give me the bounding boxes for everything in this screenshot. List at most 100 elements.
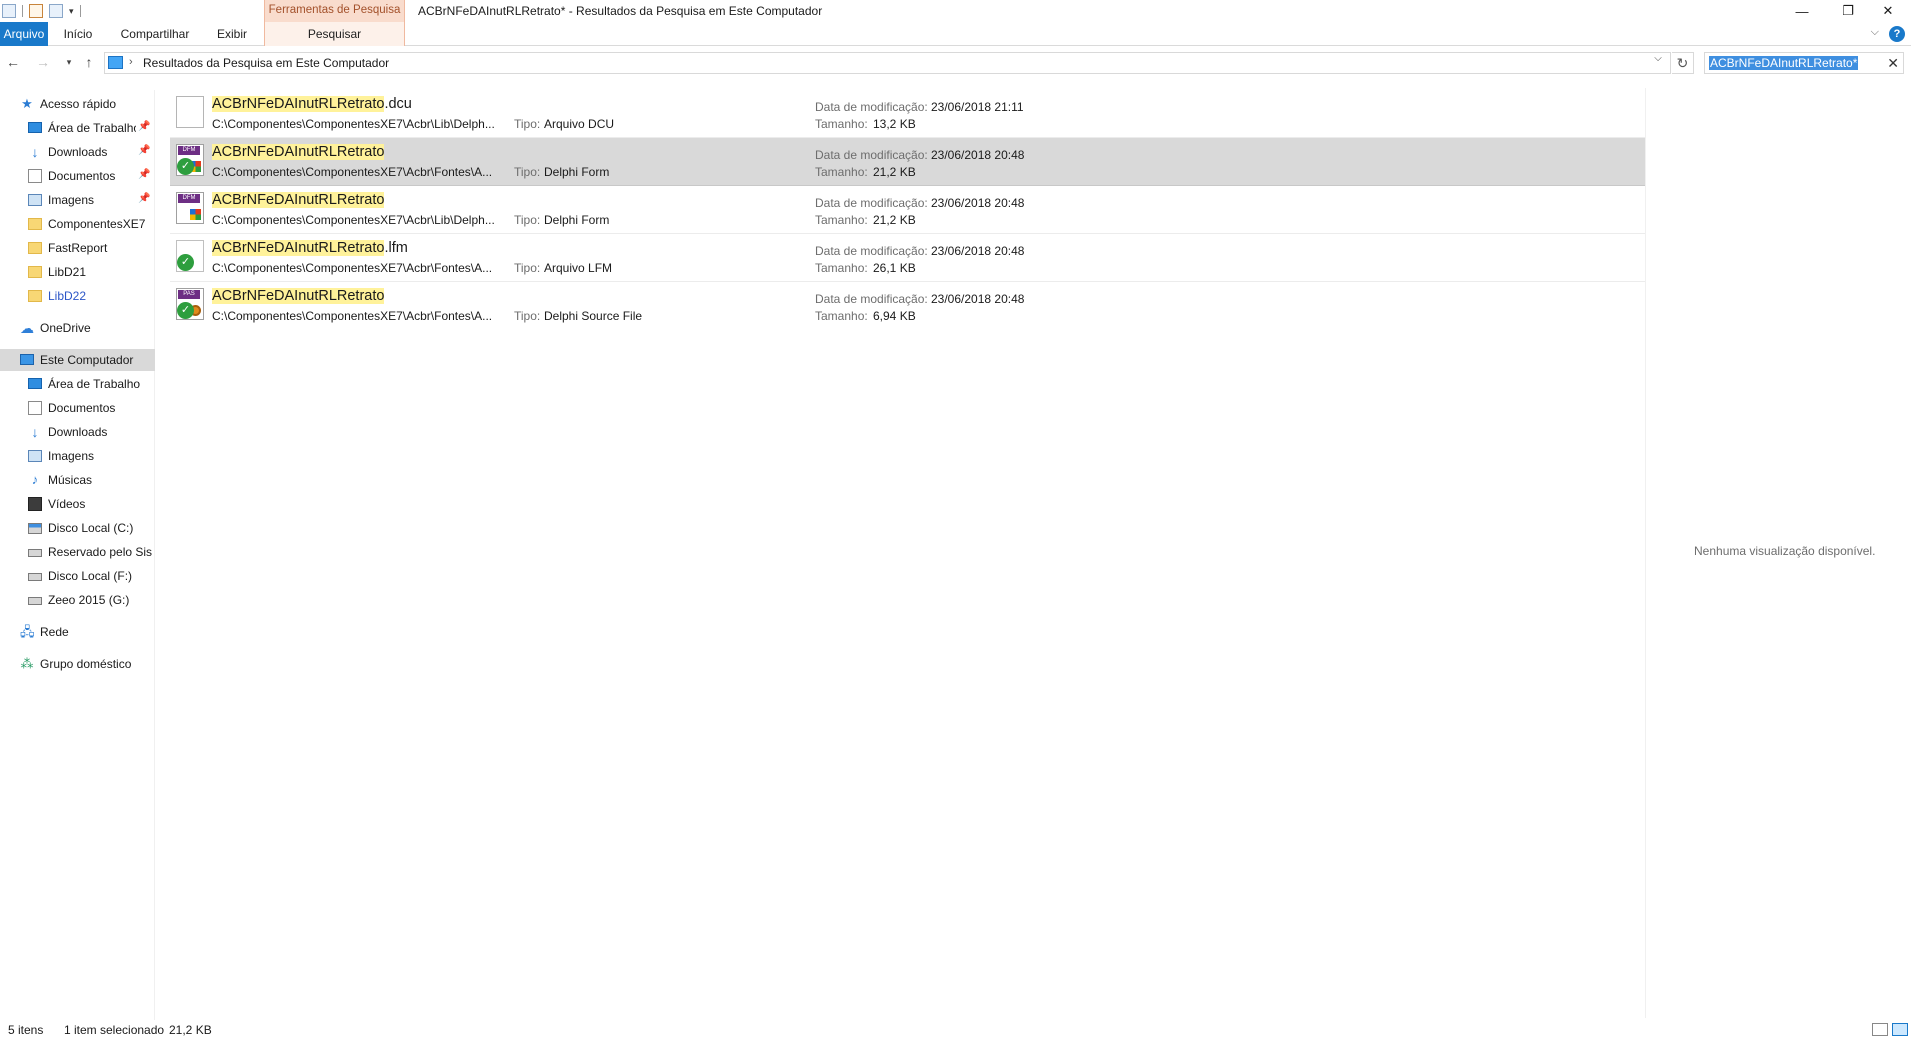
folder-icon	[28, 290, 42, 302]
properties-icon[interactable]	[29, 4, 43, 18]
window-title: ACBrNFeDAInutRLRetrato* - Resultados da …	[418, 4, 823, 18]
downloads-icon: ↓	[31, 424, 39, 440]
drive-c-icon	[28, 523, 42, 534]
tab-exibir[interactable]: Exibir	[210, 22, 254, 46]
nav-item-pictures[interactable]: Imagens	[0, 445, 155, 467]
nav-label: Documentos	[48, 401, 116, 415]
size-label: Tamanho:	[815, 213, 868, 227]
nav-item-fastreport[interactable]: FastReport	[0, 237, 155, 259]
date-label: Data de modificação:	[815, 148, 928, 162]
refresh-icon[interactable]: ↻	[1672, 52, 1694, 74]
result-row[interactable]: DFM ACBrNFeDAInutRLRetrato C:\Componente…	[170, 186, 1646, 234]
folder-icon	[28, 242, 42, 254]
nav-label: Disco Local (C:)	[48, 521, 134, 535]
forward-arrow-icon[interactable]: →	[34, 53, 52, 71]
type-label: Tipo:	[514, 165, 541, 179]
nav-label: OneDrive	[40, 321, 91, 335]
expand-ribbon-chevron-icon[interactable]: ⌵	[1871, 26, 1879, 39]
nav-item-componentesxe7[interactable]: ComponentesXE7	[0, 213, 155, 235]
result-row[interactable]: PAS ✓ ACBrNFeDAInutRLRetrato C:\Component…	[170, 282, 1646, 330]
pin-icon[interactable]: 📌	[138, 121, 150, 132]
nav-item-drive-c[interactable]: Disco Local (C:)	[0, 517, 155, 539]
nav-item-drive-g[interactable]: Zeeo 2015 (G:)	[0, 589, 155, 611]
nav-item-libd21[interactable]: LibD21	[0, 261, 155, 283]
dcu-file-icon	[176, 96, 204, 128]
file-name-extension: .lfm	[384, 240, 408, 256]
address-path[interactable]: Resultados da Pesquisa em Este Computado…	[143, 56, 389, 70]
tab-arquivo[interactable]: Arquivo	[0, 22, 48, 46]
file-size: 26,1 KB	[873, 261, 916, 275]
nav-item-music[interactable]: ♪ Músicas	[0, 469, 155, 491]
file-name[interactable]: ACBrNFeDAInutRLRetrato.dcu	[212, 96, 412, 112]
selection-count: 1 item selecionado	[64, 1023, 165, 1037]
content-view-icon[interactable]	[1892, 1023, 1908, 1036]
pin-icon[interactable]: 📌	[138, 169, 150, 180]
nav-network[interactable]: 🖧 Rede	[0, 621, 155, 643]
nav-label: Downloads	[48, 145, 108, 159]
nav-label: Vídeos	[48, 497, 86, 511]
nav-homegroup[interactable]: ⁂ Grupo doméstico	[0, 653, 155, 675]
nav-this-pc[interactable]: Este Computador	[0, 349, 155, 371]
file-name-match: ACBrNFeDAInutRLRetrato	[212, 96, 385, 112]
file-name[interactable]: ACBrNFeDAInutRLRetrato	[212, 288, 385, 304]
type-label: Tipo:	[514, 261, 541, 275]
nav-item-videos[interactable]: Vídeos	[0, 493, 155, 515]
file-name-match: ACBrNFeDAInutRLRetrato	[212, 144, 385, 160]
pin-icon[interactable]: 📌	[138, 193, 150, 204]
nav-label: Grupo doméstico	[40, 657, 132, 671]
tab-pesquisar[interactable]: Pesquisar	[264, 22, 405, 46]
address-bar[interactable]: › Resultados da Pesquisa em Este Computa…	[104, 52, 1671, 74]
nav-item-downloads[interactable]: ↓ Downloads	[0, 421, 155, 443]
explorer-app-icon[interactable]	[2, 4, 16, 18]
downloads-icon: ↓	[31, 144, 39, 160]
details-view-icon[interactable]	[1872, 1023, 1888, 1036]
up-arrow-icon[interactable]: ↑	[80, 53, 98, 71]
close-button[interactable]: ✕	[1865, 0, 1911, 22]
pin-icon[interactable]: 📌	[138, 145, 150, 156]
nav-item-desktop[interactable]: Área de Trabalho	[0, 373, 155, 395]
nav-item-desktop[interactable]: Área de Trabalho 📌	[0, 117, 155, 139]
lfm-file-icon: ✓	[176, 240, 204, 272]
nav-item-system-reserved[interactable]: Reservado pelo Sistema	[0, 541, 155, 563]
nav-onedrive[interactable]: ☁ OneDrive	[0, 317, 155, 339]
result-row[interactable]: ✓ ACBrNFeDAInutRLRetrato.lfm C:\Componen…	[170, 234, 1646, 282]
nav-label: FastReport	[48, 241, 108, 255]
result-row[interactable]: DFM ✓ ACBrNFeDAInutRLRetrato C:\Component…	[170, 138, 1646, 186]
result-row[interactable]: ACBrNFeDAInutRLRetrato.dcu C:\Componente…	[170, 90, 1646, 138]
nav-item-drive-f[interactable]: Disco Local (F:)	[0, 565, 155, 587]
nav-label: Reservado pelo Sistema	[48, 545, 152, 559]
recent-locations-chevron-icon[interactable]: ▾	[60, 53, 78, 71]
drive-icon	[28, 597, 42, 605]
address-dropdown-chevron-icon[interactable]: ⌵	[1651, 53, 1665, 64]
file-name[interactable]: ACBrNFeDAInutRLRetrato.lfm	[212, 240, 408, 256]
nav-item-documents[interactable]: Documentos 📌	[0, 165, 155, 187]
drive-icon	[28, 573, 42, 581]
tab-inicio[interactable]: Início	[56, 22, 100, 46]
new-folder-icon[interactable]	[49, 4, 63, 18]
tab-compartilhar[interactable]: Compartilhar	[112, 22, 198, 46]
breadcrumb-chevron-icon[interactable]: ›	[129, 56, 133, 68]
nav-item-documents[interactable]: Documentos	[0, 397, 155, 419]
nav-label: LibD21	[48, 265, 87, 279]
minimize-button[interactable]: —	[1779, 0, 1825, 22]
nav-item-libd22[interactable]: LibD22	[0, 285, 155, 307]
nav-item-downloads[interactable]: ↓ Downloads 📌	[0, 141, 155, 163]
nav-quick-access[interactable]: ★ Acesso rápido	[0, 93, 155, 115]
customize-toolbar-dropdown-icon[interactable]: ▾	[69, 6, 74, 17]
ribbon-tabs: Arquivo Início Compartilhar Exibir Pesqu…	[0, 22, 1911, 46]
file-name-match: ACBrNFeDAInutRLRetrato	[212, 192, 385, 208]
search-query-text[interactable]: ACBrNFeDAInutRLRetrato*	[1709, 56, 1859, 70]
nav-item-pictures[interactable]: Imagens 📌	[0, 189, 155, 211]
clear-search-icon[interactable]: ✕	[1887, 55, 1899, 72]
nav-label: Documentos	[48, 169, 116, 183]
file-type: Delphi Form	[544, 165, 610, 179]
file-date: 23/06/2018 21:11	[931, 100, 1024, 114]
search-input[interactable]: ACBrNFeDAInutRLRetrato* ✕	[1704, 52, 1904, 74]
nav-label: LibD22	[48, 289, 87, 303]
file-name[interactable]: ACBrNFeDAInutRLRetrato	[212, 192, 385, 208]
file-name[interactable]: ACBrNFeDAInutRLRetrato	[212, 144, 385, 160]
back-arrow-icon[interactable]: ←	[4, 53, 22, 71]
help-icon[interactable]: ?	[1889, 26, 1905, 42]
preview-pane: Nenhuma visualização disponível.	[1645, 88, 1911, 1018]
documents-icon	[28, 401, 42, 415]
